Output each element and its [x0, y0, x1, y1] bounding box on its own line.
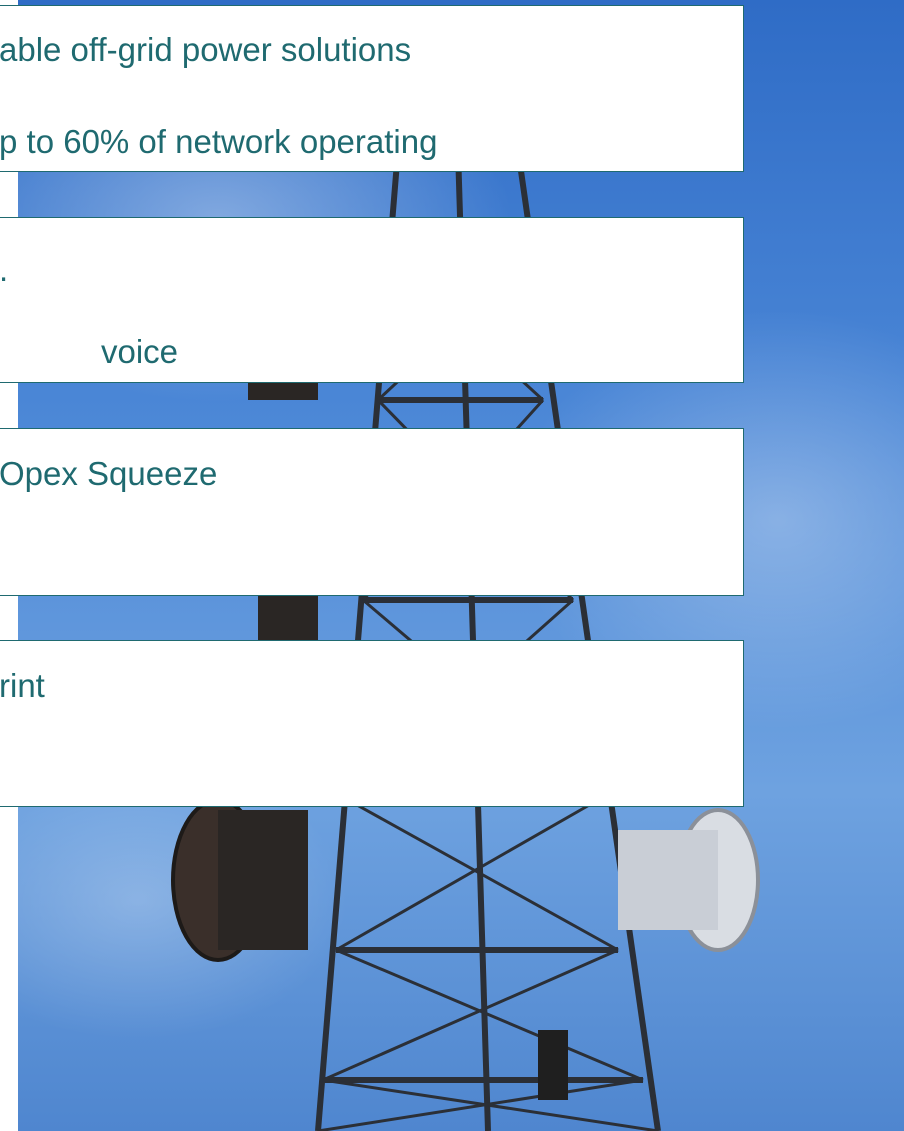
text-line: . — [0, 250, 8, 290]
text-line: voice — [101, 333, 179, 370]
text-line: rint — [0, 667, 45, 704]
text-box-3: Opex Squeeze — [0, 428, 744, 596]
text-box-2: . voice — [0, 217, 744, 383]
antenna-panel-3 — [538, 1030, 568, 1100]
slide: able off-grid power solutions p to 60% o… — [0, 0, 904, 1131]
text-box-1: able off-grid power solutions p to 60% o… — [0, 5, 744, 172]
antenna-panel-2 — [258, 595, 318, 645]
antenna-dish-right — [618, 808, 760, 952]
text-line: Opex Squeeze — [0, 455, 218, 492]
text-line: able off-grid power solutions — [0, 31, 412, 68]
antenna-dish-left — [171, 798, 308, 962]
text-box-4: rint — [0, 640, 744, 807]
text-line: p to 60% of network operating — [0, 123, 438, 160]
